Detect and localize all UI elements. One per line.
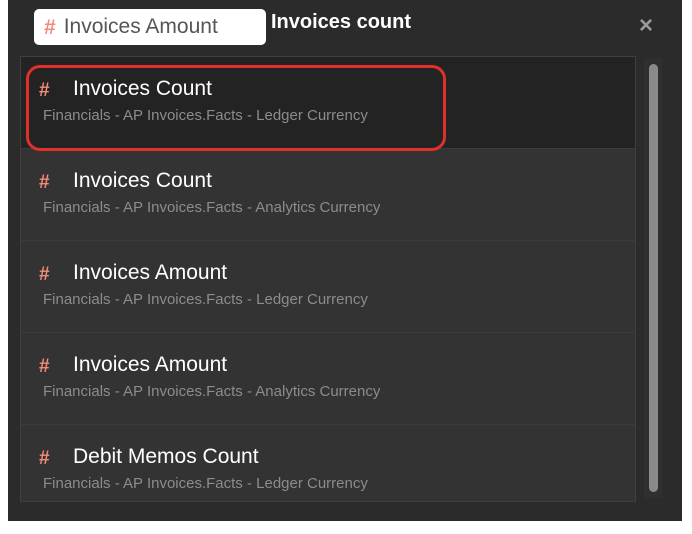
list-item[interactable]: # Invoices Amount Financials - AP Invoic… — [21, 241, 635, 333]
selected-measure-token[interactable]: # Invoices Amount — [34, 9, 266, 45]
close-icon[interactable]: × — [634, 14, 658, 38]
list-item[interactable]: # Debit Memos Count Financials - AP Invo… — [21, 425, 635, 501]
measure-picker-panel: # Invoices Amount Invoices count × # Inv… — [8, 0, 682, 521]
list-item-subtitle: Financials - AP Invoices.Facts - Ledger … — [43, 107, 368, 124]
measure-hash-icon: # — [39, 172, 50, 193]
measure-hash-icon: # — [44, 15, 56, 39]
list-item-subtitle: Financials - AP Invoices.Facts - Analyti… — [43, 199, 381, 216]
list-item-title: Invoices Amount — [73, 261, 228, 284]
measure-hash-icon: # — [39, 448, 50, 469]
list-item-title: Invoices Amount — [73, 353, 228, 376]
list-item-title: Invoices Count — [73, 169, 212, 192]
list-item[interactable]: # Invoices Count Financials - AP Invoice… — [21, 57, 635, 149]
token-label: Invoices Amount — [63, 15, 218, 38]
list-item-subtitle: Financials - AP Invoices.Facts - Analyti… — [43, 383, 381, 400]
search-bar[interactable]: # Invoices Amount Invoices count × — [8, 0, 682, 52]
search-input[interactable]: Invoices count — [271, 11, 411, 34]
list-item[interactable]: # Invoices Count Financials - AP Invoice… — [21, 149, 635, 241]
list-item-title: Debit Memos Count — [73, 445, 259, 468]
list-item-subtitle: Financials - AP Invoices.Facts - Ledger … — [43, 475, 368, 492]
list-item-subtitle: Financials - AP Invoices.Facts - Ledger … — [43, 291, 368, 308]
scrollbar[interactable] — [644, 58, 662, 498]
measure-hash-icon: # — [39, 356, 50, 377]
list-item[interactable]: # Invoices Amount Financials - AP Invoic… — [21, 333, 635, 425]
list-item-title: Invoices Count — [73, 77, 212, 100]
results-list: # Invoices Count Financials - AP Invoice… — [20, 56, 636, 502]
measure-hash-icon: # — [39, 264, 50, 285]
scrollbar-thumb[interactable] — [649, 64, 658, 492]
measure-hash-icon: # — [39, 80, 50, 101]
